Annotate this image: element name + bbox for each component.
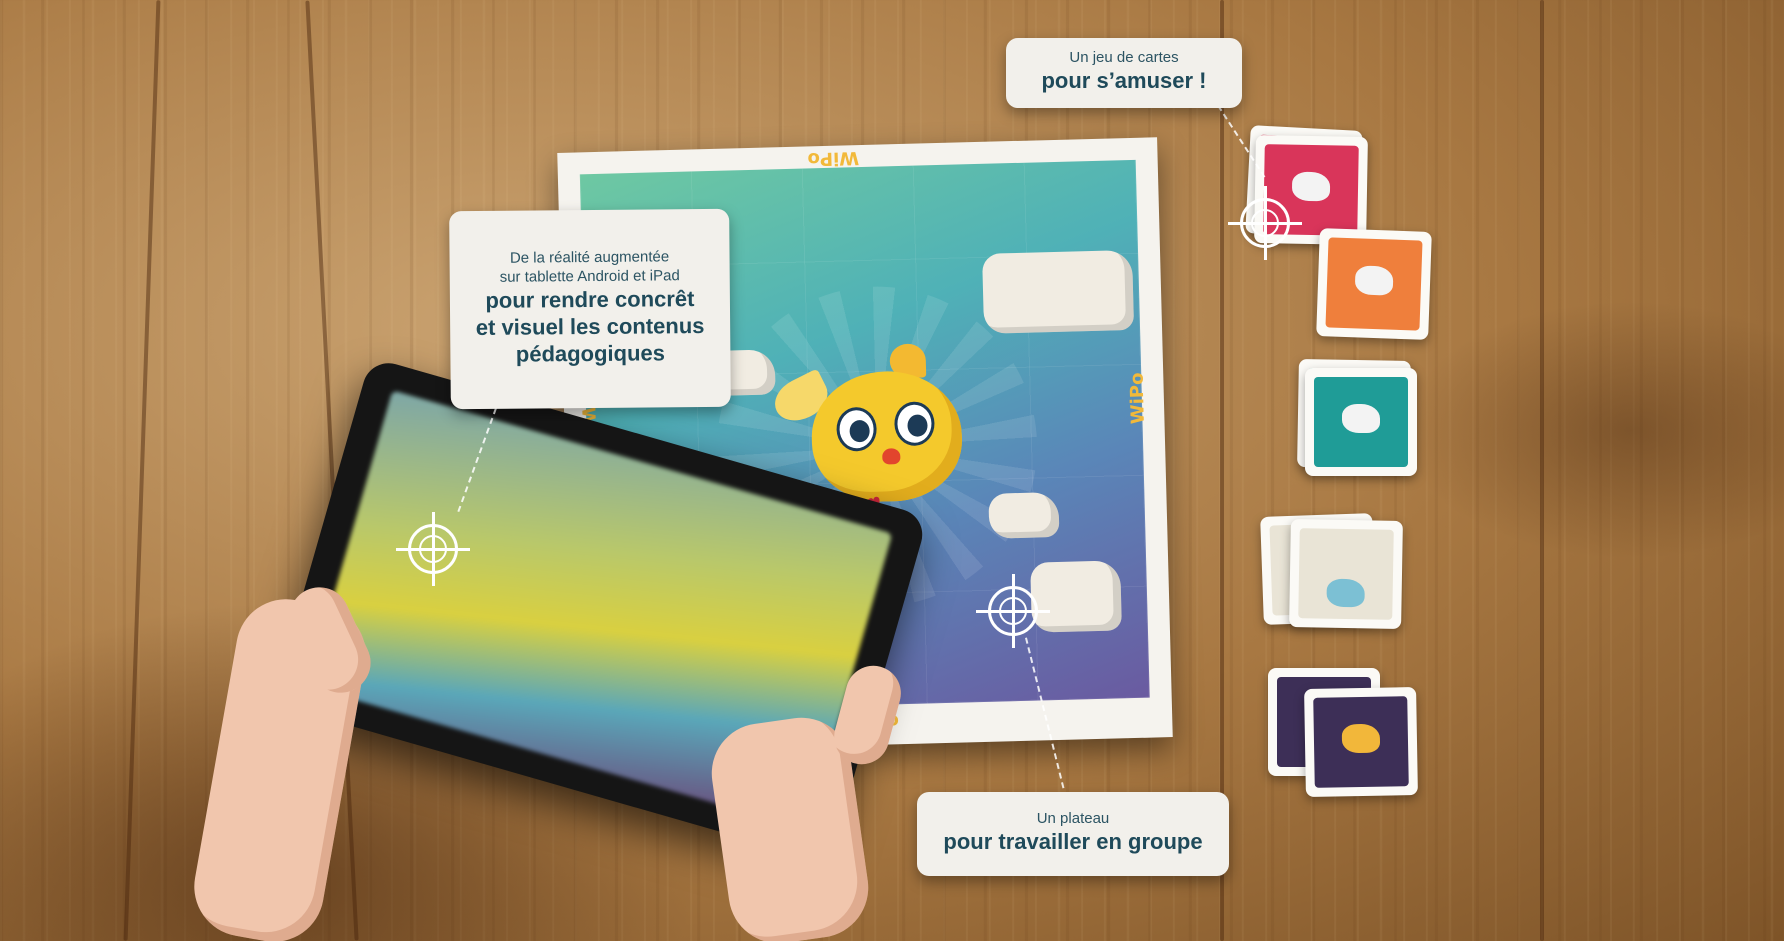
snow-cloud-icon — [1342, 404, 1380, 433]
board-logo-right: WiPo — [1126, 372, 1149, 425]
card-stack-evaporation — [1289, 519, 1403, 629]
card-stack-rain — [1316, 228, 1432, 340]
callout-board: Un plateau pour travailler en groupe — [917, 792, 1229, 876]
wood-seam — [1540, 0, 1544, 941]
cloud-icon — [982, 249, 1135, 334]
target-marker-cards — [1228, 186, 1302, 260]
card-stack-tree — [1304, 687, 1418, 797]
callout-tablet-bold2: et visuel les contenus — [475, 313, 705, 340]
board-logo-top: WiPo — [807, 147, 860, 170]
callout-cards-bold1: pour s’amuser ! — [1041, 68, 1207, 93]
callout-board-line1: Un plateau — [1036, 810, 1110, 827]
cloud-icon — [988, 491, 1060, 539]
card-stack-snow — [1305, 368, 1417, 476]
tree-icon — [1341, 723, 1380, 754]
wood-shadow — [1400, 300, 1784, 560]
rain-cloud-icon — [1354, 265, 1394, 296]
callout-board-bold1: pour travailler en groupe — [943, 829, 1203, 854]
callout-tablet-bold1: pour rendre concrêt — [485, 286, 695, 313]
callout-tablet-bold3: pédagogiques — [515, 340, 666, 367]
bird-beak — [882, 448, 901, 465]
callout-tablet-line2: sur tablette Android et iPad — [499, 267, 680, 286]
callout-tablet-line1: De la réalité augmentée — [509, 248, 670, 267]
evaporation-icon — [1326, 578, 1365, 608]
callout-cards: Un jeu de cartes pour s’amuser ! — [1006, 38, 1242, 108]
target-marker-board — [976, 574, 1050, 648]
target-marker-tablet — [396, 512, 470, 586]
callout-tablet: De la réalité augmentée sur tablette And… — [449, 208, 731, 410]
callout-cards-line1: Un jeu de cartes — [1069, 49, 1179, 66]
